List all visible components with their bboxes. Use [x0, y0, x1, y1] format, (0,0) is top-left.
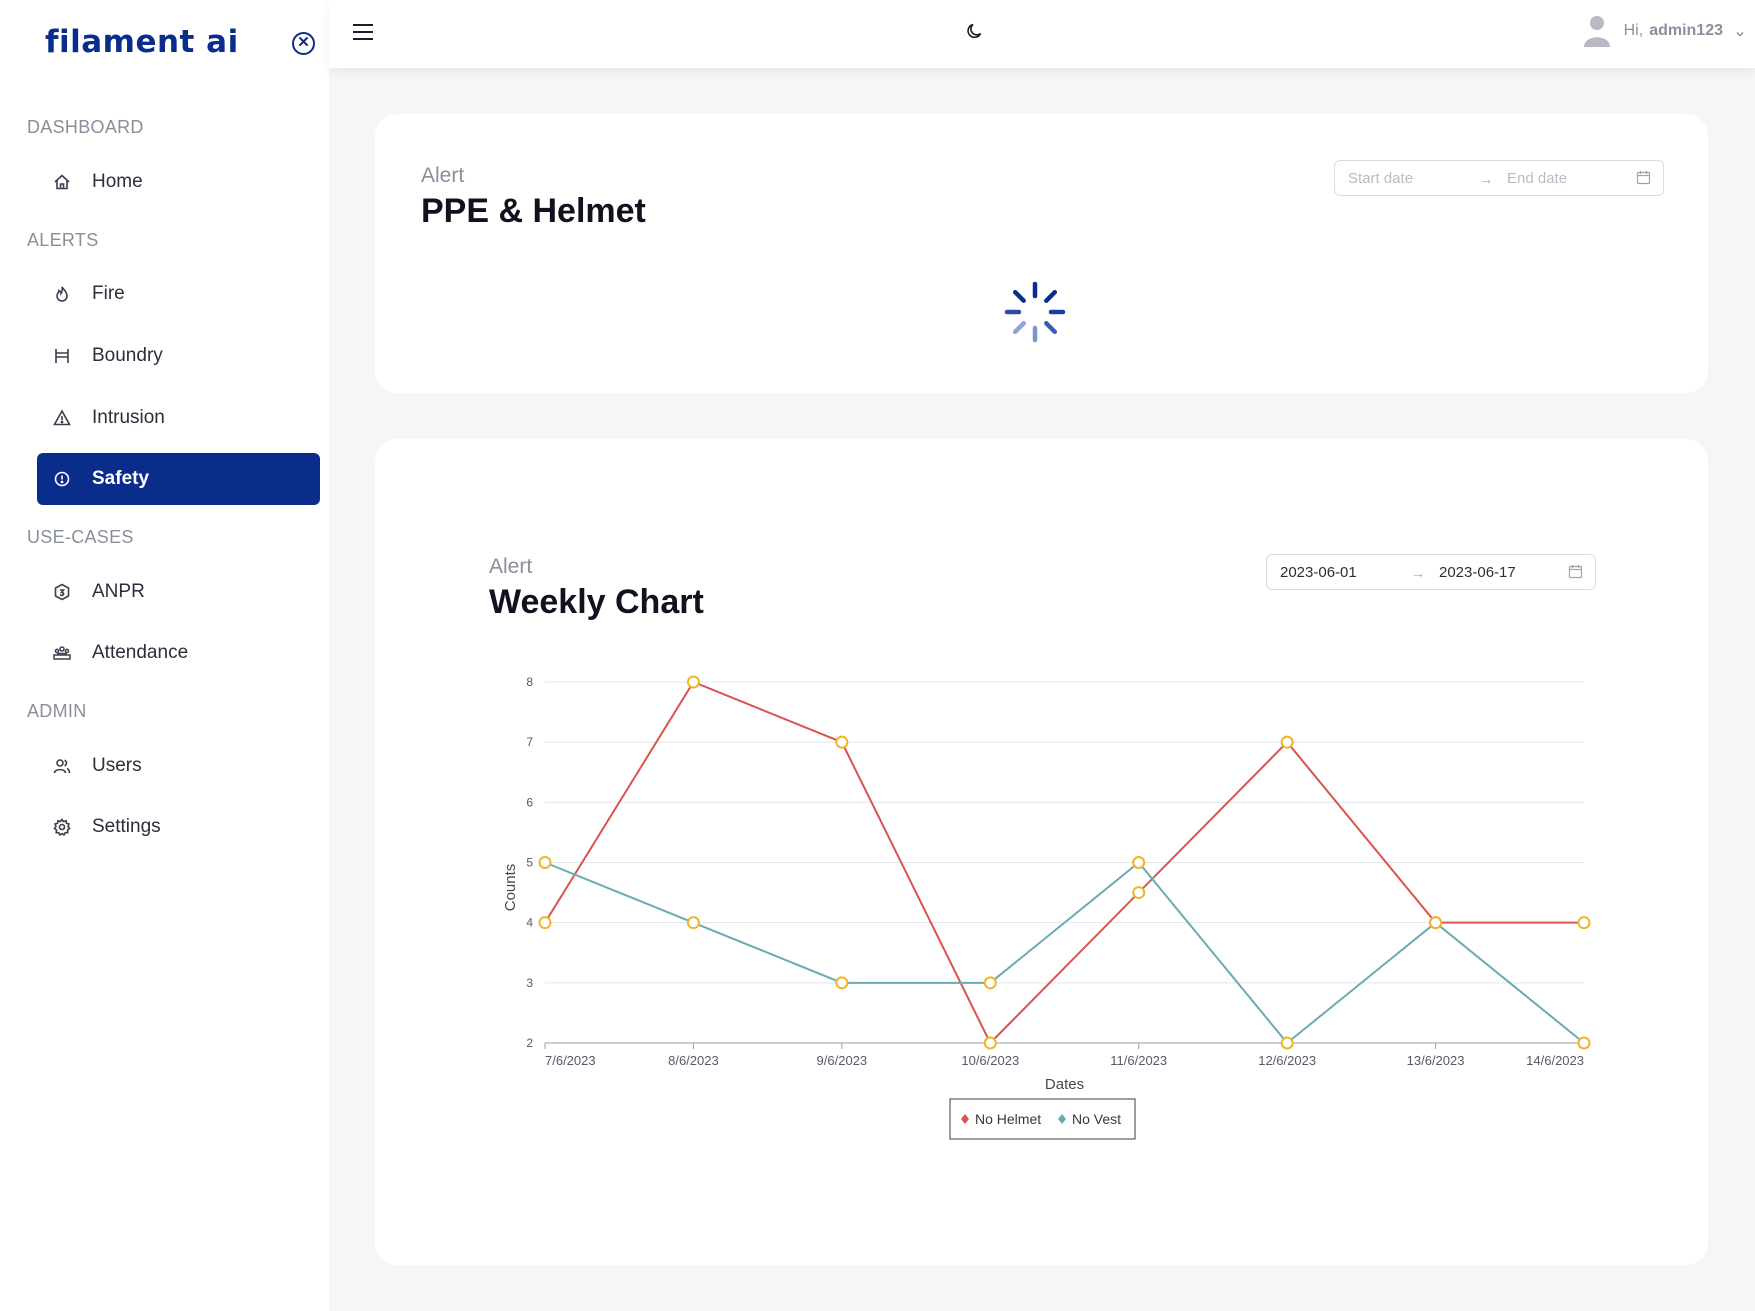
sidebar-item-label: Attendance [92, 642, 189, 663]
barrier-icon [50, 344, 74, 368]
x-tick-label: 7/6/2023 [545, 1053, 596, 1068]
sidebar-item-label: Safety [92, 468, 150, 489]
data-point [1577, 1036, 1591, 1050]
sidebar-item-label: Users [92, 755, 142, 776]
series-line-no-vest [544, 861, 1585, 1045]
y-tick-label: 7 [526, 735, 533, 749]
data-point [1132, 856, 1146, 869]
sidebar-item-settings[interactable]: Settings [37, 801, 320, 853]
close-sidebar-icon[interactable]: ✕ [292, 32, 315, 55]
home-icon [50, 170, 74, 194]
section-title-admin: ADMIN [27, 701, 87, 721]
section-title-dashboard: DASHBOARD [27, 117, 144, 137]
legend-label: No Helmet [975, 1111, 1041, 1127]
data-point [1280, 735, 1294, 749]
data-point [1280, 1036, 1294, 1050]
data-point [835, 976, 849, 990]
sidebar: filament ai ✕ DASHBOARD Home ALERTS Fire… [0, 0, 329, 1311]
brand-logo: filament ai [45, 24, 239, 60]
y-tick-label: 8 [526, 675, 533, 689]
ppe-helmet-card: Alert PPE & Helmet Start date → End date [375, 114, 1708, 393]
y-tick-label: 6 [526, 795, 533, 809]
avatar-icon [1582, 14, 1612, 48]
x-tick-label: 10/6/2023 [961, 1053, 1019, 1068]
sidebar-item-intrusion[interactable]: Intrusion [37, 392, 320, 444]
calendar-icon [1636, 170, 1651, 189]
data-point [538, 916, 552, 930]
sidebar-item-home[interactable]: Home [37, 156, 320, 208]
topbar: Hi, admin123 [329, 0, 1755, 68]
sidebar-item-label: Boundry [92, 345, 163, 366]
gear-icon [50, 815, 74, 839]
sidebar-item-fire[interactable]: Fire [37, 268, 320, 320]
x-tick-label: 9/6/2023 [817, 1053, 868, 1068]
team-icon [50, 641, 74, 665]
x-tick-label: 13/6/2023 [1407, 1053, 1465, 1068]
data-point [1132, 886, 1146, 900]
date-range-picker[interactable]: Start date → End date [1334, 160, 1664, 196]
loading-spinner-icon [1003, 280, 1067, 344]
warning-icon [50, 406, 74, 430]
data-point [1577, 916, 1591, 930]
sidebar-item-safety[interactable]: Safety [37, 453, 320, 505]
sidebar-item-attendance[interactable]: Attendance [37, 627, 320, 679]
data-point [538, 856, 552, 869]
data-point [1429, 916, 1443, 930]
users-icon [50, 754, 74, 778]
sidebar-item-label: Intrusion [92, 407, 165, 428]
x-tick-label: 11/6/2023 [1110, 1053, 1167, 1068]
fire-icon [50, 282, 74, 306]
arrow-right-icon: → [1479, 171, 1493, 187]
x-tick-label: 14/6/2023 [1526, 1053, 1584, 1068]
badge-icon [50, 580, 74, 604]
weekly-line-chart: 2 3 4 5 6 7 8 7/6/2023 8/6/2023 9/6/2023 10/6/2023… [502, 675, 1591, 1140]
username: admin123 [1649, 22, 1723, 39]
sidebar-item-label: ANPR [92, 581, 145, 602]
section-title-use-cases: USE-CASES [27, 527, 134, 547]
chevron-down-icon [1735, 26, 1745, 37]
y-axis-title: Counts [502, 864, 519, 912]
data-point [686, 675, 700, 689]
y-tick-label: 4 [526, 916, 533, 930]
data-point [983, 1036, 997, 1050]
sidebar-item-label: Fire [92, 283, 125, 304]
end-date-input[interactable]: End date [1507, 170, 1567, 187]
y-tick-label: 3 [526, 976, 533, 990]
sidebar-item-label: Settings [92, 816, 161, 837]
card-subtitle: Alert [421, 164, 465, 187]
start-date-input[interactable]: Start date [1348, 170, 1413, 187]
alert-circle-icon [50, 467, 74, 491]
y-tick-label: 5 [526, 856, 533, 870]
x-tick-label: 12/6/2023 [1258, 1053, 1316, 1068]
section-title-alerts: ALERTS [27, 230, 99, 250]
x-axis-title: Dates [1045, 1076, 1084, 1093]
user-menu[interactable]: Hi, admin123 [1582, 14, 1745, 48]
data-point [835, 735, 849, 749]
legend-label: No Vest [1072, 1111, 1121, 1127]
data-point [983, 976, 997, 990]
card-title: PPE & Helmet [421, 192, 646, 230]
greeting-text: Hi, [1623, 22, 1644, 39]
sidebar-item-label: Home [92, 171, 143, 192]
sidebar-item-users[interactable]: Users [37, 740, 320, 792]
sidebar-item-anpr[interactable]: ANPR [37, 566, 320, 618]
data-point [686, 916, 700, 930]
sidebar-item-boundry[interactable]: Boundry [37, 330, 320, 382]
hamburger-icon[interactable] [353, 24, 373, 45]
y-tick-label: 2 [526, 1036, 533, 1050]
x-tick-label: 8/6/2023 [668, 1053, 719, 1068]
moon-icon[interactable] [966, 22, 984, 45]
